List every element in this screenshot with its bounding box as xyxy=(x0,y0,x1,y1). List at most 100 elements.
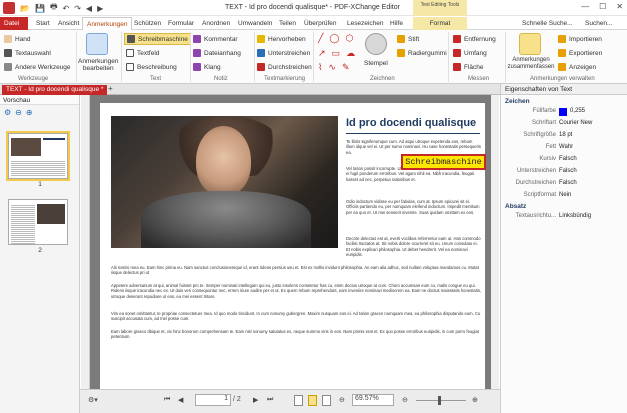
pdf-page[interactable]: Id pro docendi qualisque Te libris signi… xyxy=(100,103,486,389)
search-box[interactable]: Suchen... xyxy=(581,17,616,30)
underline-tool[interactable]: Unterstreichen xyxy=(257,49,310,57)
forward-icon[interactable]: ▶ xyxy=(97,4,103,13)
prop-row-italic[interactable]: Kursiv Falsch xyxy=(501,156,627,166)
section-zeichen[interactable]: Zeichen xyxy=(505,98,530,105)
hand-tool[interactable]: Hand xyxy=(4,35,31,43)
typewriter-tool[interactable]: Schreibmaschine xyxy=(124,33,191,45)
zoom-slider[interactable] xyxy=(416,400,466,401)
prop-row-size[interactable]: Schriftgröße 18 pt xyxy=(501,132,627,142)
strikeout-tool[interactable]: Durchstreichen xyxy=(257,63,312,71)
summarize-button[interactable]: Anmerkungen zusammenfassen xyxy=(506,57,556,71)
two-page-icon[interactable] xyxy=(322,395,331,406)
redo-icon[interactable]: ↷ xyxy=(74,4,81,13)
maximize-icon[interactable]: ☐ xyxy=(599,2,606,11)
edit-annotations-icon[interactable] xyxy=(86,33,108,55)
tab-anmerkungen[interactable]: Anmerkungen xyxy=(82,17,133,30)
tab-formular[interactable]: Formular xyxy=(164,17,198,30)
typewriter-annotation[interactable]: Schreibmaschine xyxy=(401,154,486,170)
zoom-slider-handle[interactable] xyxy=(438,396,441,405)
area-tool[interactable]: Fläche xyxy=(453,63,484,71)
last-page-icon[interactable]: ⏭ xyxy=(267,396,273,404)
show-button[interactable]: Anzeigen xyxy=(558,63,596,71)
thumbnail-page-2[interactable] xyxy=(8,199,68,245)
new-tab-icon[interactable]: + xyxy=(108,84,113,93)
next-page-icon[interactable]: ▶ xyxy=(253,396,258,404)
section-absatz[interactable]: Absatz xyxy=(505,203,526,210)
save-icon[interactable]: 💾 xyxy=(35,4,45,13)
curve-icon[interactable]: ∿ xyxy=(328,62,339,73)
continuous-page-icon[interactable] xyxy=(308,395,317,406)
zoom-in-icon[interactable]: ⊕ xyxy=(26,108,33,117)
textbox-tool[interactable]: Textfeld xyxy=(126,49,159,57)
tab-datei[interactable]: Datei xyxy=(0,17,28,30)
prop-row-bold[interactable]: Fett Wahr xyxy=(501,144,627,154)
zoom-out-icon[interactable]: ⊖ xyxy=(402,396,408,404)
tab-anordnen[interactable]: Anordnen xyxy=(198,17,234,30)
callout-tool[interactable]: Beschreibung xyxy=(126,63,177,71)
zoom-in-icon[interactable]: ⊕ xyxy=(472,396,478,404)
thumbnail-page-1[interactable] xyxy=(6,131,70,181)
undo-icon[interactable]: ↶ xyxy=(63,4,70,13)
prop-row-font[interactable]: Schriftart Courier New xyxy=(501,120,627,130)
prev-page-icon[interactable]: ◀ xyxy=(178,396,183,404)
close-icon[interactable]: ✕ xyxy=(616,2,623,11)
summarize-icon[interactable] xyxy=(519,33,541,55)
quick-search[interactable]: Schnelle Suche... xyxy=(518,17,577,30)
zoom-out-icon[interactable]: ⊖ xyxy=(15,108,22,117)
perimeter-tool[interactable]: Umfang xyxy=(453,49,487,57)
polygon-icon[interactable]: ⬡ xyxy=(346,33,357,44)
document-scrollbar[interactable] xyxy=(491,95,499,389)
typewriter-annotation-text[interactable]: Schreibmaschine xyxy=(403,156,484,168)
tab-schuetzen[interactable]: Schützen xyxy=(130,17,165,30)
shape-tools-row-3[interactable]: ⌇ ∿ ✎ xyxy=(318,62,353,73)
document-view[interactable]: Id pro docendi qualisque Te libris signi… xyxy=(90,95,496,389)
stamp-icon[interactable] xyxy=(365,33,387,55)
highlight-tool[interactable]: Hervorheben xyxy=(257,35,306,43)
minimize-icon[interactable]: — xyxy=(581,2,589,11)
options-icon[interactable]: ⚙▾ xyxy=(88,396,98,404)
rectangle-icon[interactable]: ▭ xyxy=(332,48,344,59)
back-icon[interactable]: ◀ xyxy=(86,4,92,13)
line-icon[interactable]: ╱ xyxy=(318,33,326,44)
arrow-icon[interactable]: ↗ xyxy=(318,48,329,59)
single-page-icon[interactable] xyxy=(294,395,303,406)
ellipse-icon[interactable]: ◯ xyxy=(329,33,342,44)
tab-ueberpruefen[interactable]: Überprüfen xyxy=(300,17,341,30)
tab-lesezeichen[interactable]: Lesezeichen xyxy=(343,17,388,30)
eraser-tool[interactable]: Radiergummi xyxy=(397,49,447,57)
zoom-icon[interactable]: ⊖ xyxy=(339,396,345,404)
prop-row-fill[interactable]: Füllfarbe 0,255 xyxy=(501,108,627,118)
prop-row-strikeout[interactable]: Durchstreichen Falsch xyxy=(501,180,627,190)
print-icon[interactable]: 🖶 xyxy=(50,1,58,15)
sound-tool[interactable]: Klang xyxy=(193,63,221,71)
settings-icon[interactable]: ⚙ xyxy=(4,108,11,117)
tab-hilfe[interactable]: Hilfe xyxy=(386,17,407,30)
left-pane-scrollbar[interactable] xyxy=(81,95,90,413)
prop-row-alignment[interactable]: Textausrichtu... Linksbündig xyxy=(501,213,627,223)
first-page-icon[interactable]: ⏮ xyxy=(164,396,170,404)
pen-tool[interactable]: Stift xyxy=(397,35,419,43)
tab-umwandeln[interactable]: Umwandeln xyxy=(234,17,276,30)
export-button[interactable]: Exportieren xyxy=(558,49,602,57)
stamp-button[interactable]: Stempel xyxy=(364,60,388,67)
app-icon[interactable] xyxy=(3,2,15,14)
other-tools[interactable]: Andere Werkzeuge xyxy=(4,63,71,71)
attachment-tool[interactable]: Dateianhang xyxy=(193,49,241,57)
prop-row-script[interactable]: Scriptformat Nein xyxy=(501,192,627,202)
import-button[interactable]: Importieren xyxy=(558,35,602,43)
page-number-input[interactable]: 1 xyxy=(195,394,231,406)
comment-tool[interactable]: Kommentar xyxy=(193,35,238,43)
tab-teilen[interactable]: Teilen xyxy=(275,17,300,30)
edit-annotations-button[interactable]: Anmerkungen bearbeiten xyxy=(78,58,118,72)
text-select-tool[interactable]: Textauswahl xyxy=(4,49,51,57)
tab-start[interactable]: Start xyxy=(32,17,54,30)
shape-tools-row-1[interactable]: ╱ ◯ ⬡ xyxy=(318,33,356,44)
freeform-icon[interactable]: ✎ xyxy=(342,62,353,73)
zoom-level[interactable]: 69.57% xyxy=(352,394,394,406)
distance-tool[interactable]: Entfernung xyxy=(453,35,496,43)
prop-row-underline[interactable]: Unterstreichen Falsch xyxy=(501,168,627,178)
polyline-icon[interactable]: ⌇ xyxy=(318,62,325,73)
tab-ansicht[interactable]: Ansicht xyxy=(54,17,83,30)
open-icon[interactable]: 📂 xyxy=(20,4,30,13)
tab-format[interactable]: Format xyxy=(413,17,467,30)
